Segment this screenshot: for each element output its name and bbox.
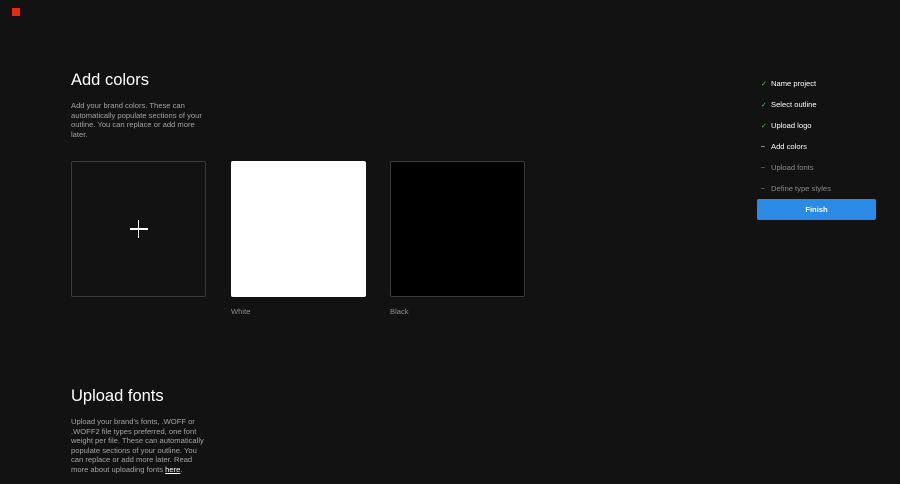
check-icon: ✓: [761, 101, 767, 109]
step-label: Name project: [771, 79, 817, 88]
dash-icon: –: [761, 164, 765, 171]
swatch-label-white: White: [231, 307, 251, 316]
step-label: Define type styles: [771, 184, 831, 193]
color-swatch-white[interactable]: [231, 161, 366, 297]
step-upload-logo[interactable]: ✓ Upload logo: [761, 115, 831, 136]
upload-fonts-description-text: Upload your brand's fonts, .WOFF or .WOF…: [71, 417, 204, 474]
step-label: Select outline: [771, 100, 817, 109]
step-upload-fonts[interactable]: – Upload fonts: [761, 157, 831, 178]
color-swatch-black[interactable]: [390, 161, 525, 297]
finish-button[interactable]: Finish: [757, 199, 876, 220]
step-label: Upload logo: [771, 121, 812, 130]
upload-fonts-description-end: .: [180, 464, 183, 474]
step-name-project[interactable]: ✓ Name project: [761, 73, 831, 94]
upload-fonts-help-link[interactable]: here: [165, 465, 180, 474]
step-label: Add colors: [771, 142, 807, 151]
step-add-colors[interactable]: – Add colors: [761, 136, 831, 157]
setup-wizard-page: Add colors Add your brand colors. These …: [0, 0, 900, 484]
add-colors-description: Add your brand colors. These can automat…: [71, 101, 202, 139]
add-color-button[interactable]: [71, 161, 206, 297]
check-icon: ✓: [761, 80, 767, 88]
plus-icon: [129, 220, 148, 238]
check-icon: ✓: [761, 122, 767, 130]
brand-logo[interactable]: [12, 8, 20, 16]
upload-fonts-title: Upload fonts: [71, 387, 164, 405]
swatch-label-black: Black: [390, 307, 409, 316]
dash-icon: –: [761, 185, 765, 192]
upload-fonts-description: Upload your brand's fonts, .WOFF or .WOF…: [71, 417, 211, 475]
add-colors-title: Add colors: [71, 71, 149, 89]
step-select-outline[interactable]: ✓ Select outline: [761, 94, 831, 115]
step-label: Upload fonts: [771, 163, 814, 172]
step-define-type-styles[interactable]: – Define type styles: [761, 178, 831, 199]
dash-icon: –: [761, 143, 765, 150]
setup-steps: ✓ Name project ✓ Select outline ✓ Upload…: [761, 73, 831, 199]
